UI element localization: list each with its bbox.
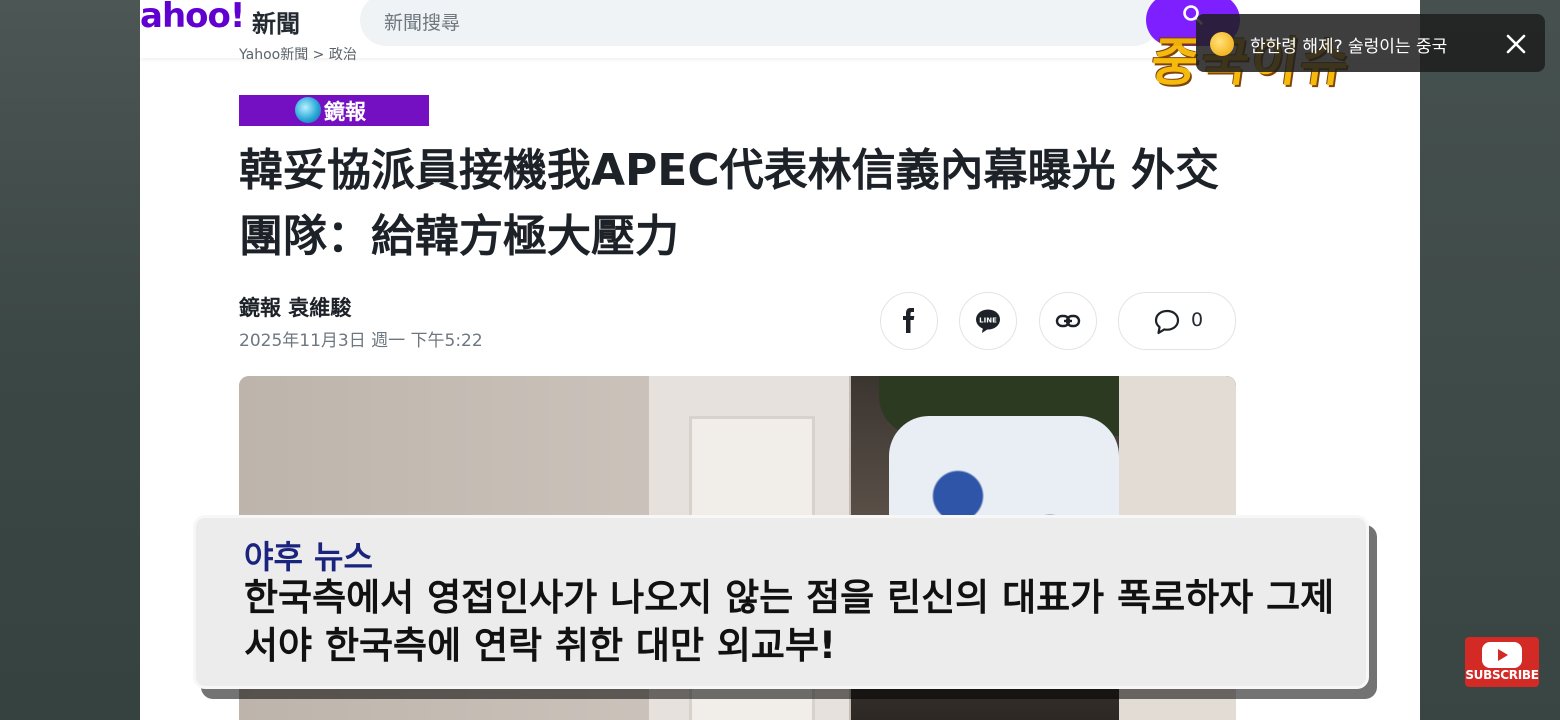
notification-close-button[interactable]: [1498, 26, 1534, 62]
subscribe-button[interactable]: SUBSCRIBE: [1465, 637, 1539, 687]
svg-text:LINE: LINE: [979, 317, 997, 325]
video-notification-banner[interactable]: 한한령 해제? 술렁이는 중국: [1196, 14, 1545, 72]
line-icon: LINE: [976, 309, 1000, 333]
youtube-play-icon: [1482, 642, 1522, 668]
notification-text: 한한령 해제? 술렁이는 중국: [1250, 37, 1448, 57]
source-badge[interactable]: 鏡報: [239, 95, 429, 126]
article-headline: 韓妥協派員接機我APEC代表林信義內幕曝光 外交團隊：給韓方極大壓力: [239, 145, 1219, 262]
comment-count: 0: [1191, 309, 1204, 331]
share-facebook-button[interactable]: [880, 292, 938, 350]
comments-button[interactable]: 0: [1118, 292, 1236, 350]
video-subtitle-box: 야후 뉴스 한국측에서 영접인사가 나오지 않는 점을 린신의 대표가 폭로하자…: [193, 515, 1369, 689]
article-timestamp: 2025年11月3日 週一 下午5:22: [239, 331, 483, 351]
close-icon: [1506, 34, 1526, 54]
search-placeholder: 新聞搜尋: [384, 12, 461, 34]
copy-link-button[interactable]: [1039, 292, 1097, 350]
subtitle-text: 한국측에서 영접인사가 나오지 않는 점을 린신의 대표가 폭로하자 그제서야 …: [244, 576, 1335, 667]
yahoo-logo[interactable]: ahoo!: [140, 0, 245, 36]
link-icon: [1055, 314, 1081, 328]
video-background-left: [0, 0, 140, 720]
yahoo-news-label[interactable]: 新聞: [252, 4, 300, 39]
subtitle-source: 야후 뉴스: [244, 538, 373, 576]
comment-icon: [1154, 309, 1180, 335]
breadcrumb[interactable]: Yahoo新聞 > 政治: [239, 44, 357, 64]
search-input[interactable]: 新聞搜尋: [360, 0, 1160, 46]
facebook-icon: [903, 308, 915, 333]
share-line-button[interactable]: LINE: [959, 292, 1017, 350]
article-byline: 鏡報 袁維駿: [239, 296, 352, 320]
mirror-media-logo-icon: [295, 97, 321, 123]
channel-avatar-icon: [1210, 32, 1234, 56]
source-badge-label: 鏡報: [324, 100, 366, 124]
subscribe-label: SUBSCRIBE: [1465, 668, 1539, 682]
video-background-right: [1420, 0, 1560, 720]
